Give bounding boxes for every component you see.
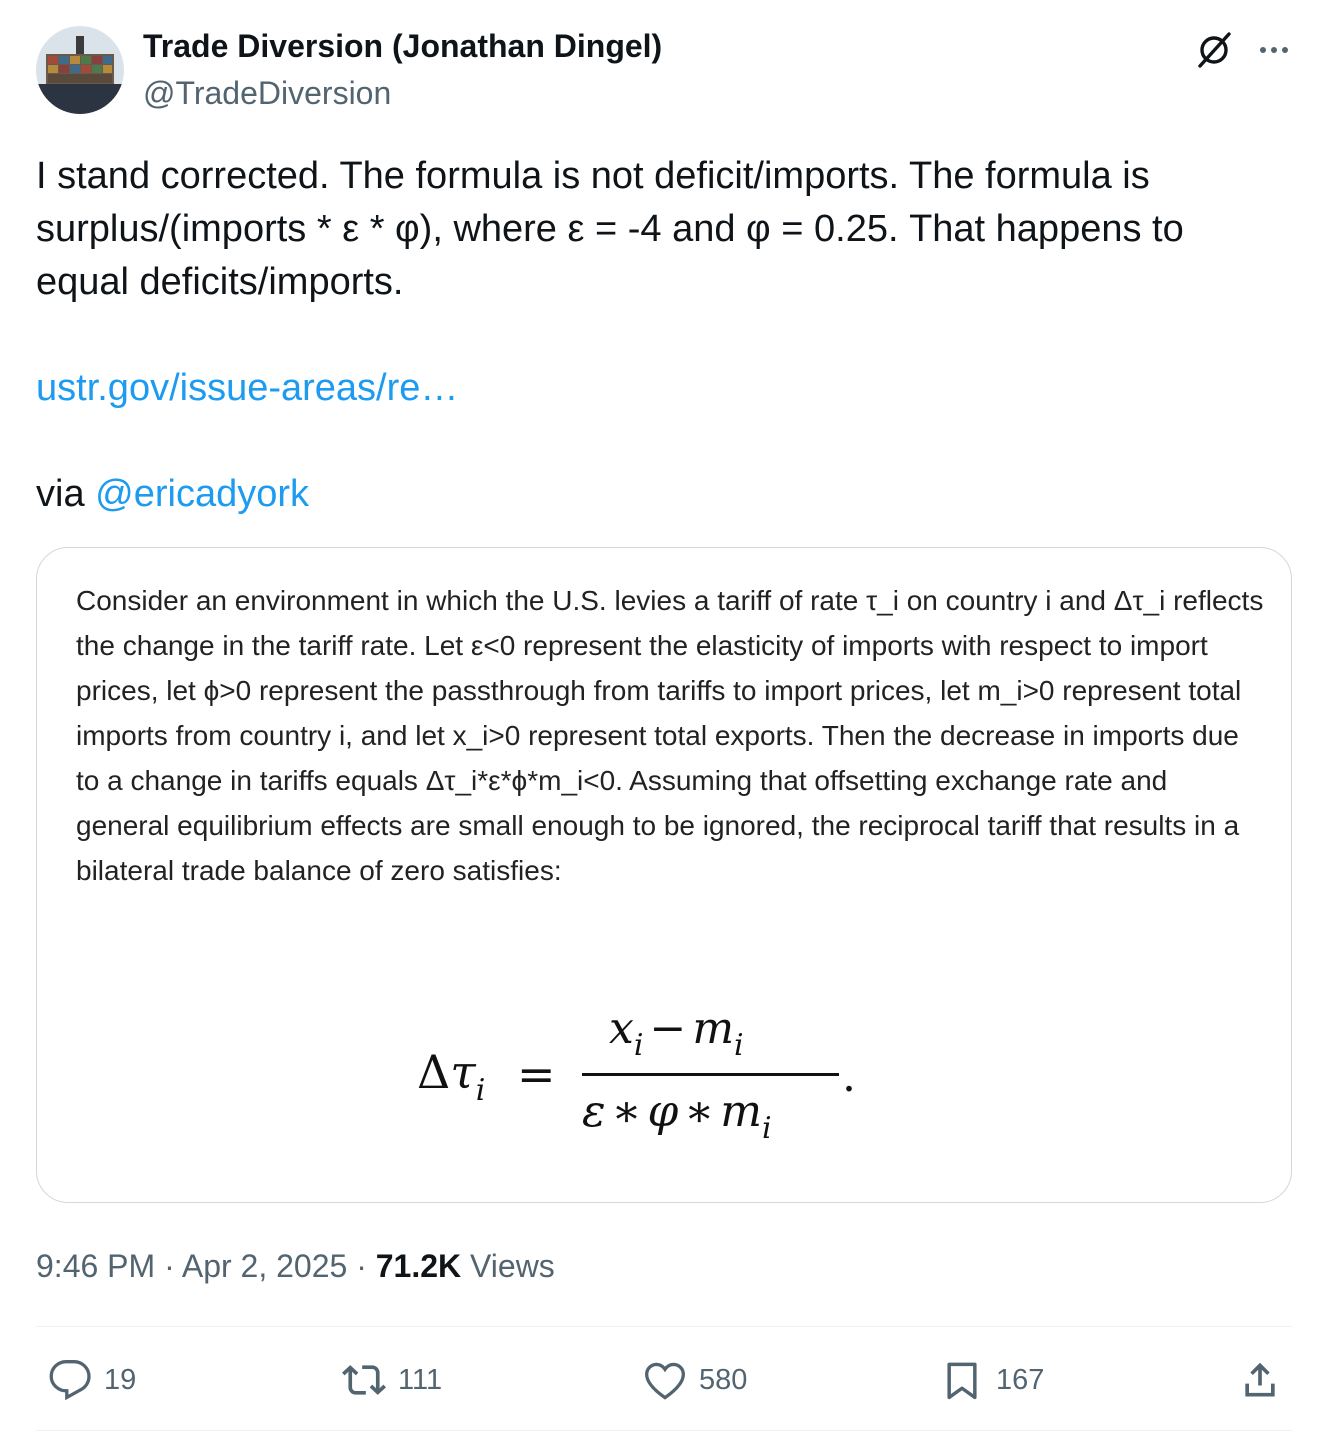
repost-count: 111: [398, 1363, 443, 1396]
image-paragraph: Consider an environment in which the U.S…: [76, 585, 1264, 886]
via-label: via: [36, 473, 96, 515]
tweet-link[interactable]: ustr.gov/issue-areas/re…: [36, 367, 458, 409]
avatar[interactable]: [36, 26, 124, 114]
tweet-text: I stand corrected. The formula is not de…: [36, 150, 1276, 521]
author-handle[interactable]: @TradeDiversion: [143, 75, 391, 112]
mention-link[interactable]: @ericadyork: [95, 473, 309, 515]
formula-period: .: [842, 1051, 856, 1102]
reply-count: 19: [104, 1363, 137, 1396]
bottom-divider: [36, 1430, 1292, 1431]
author-name[interactable]: Trade Diversion (Jonathan Dingel): [143, 28, 662, 65]
heart-icon: [645, 1362, 685, 1400]
share-icon: [1245, 1362, 1275, 1397]
tweet-date[interactable]: Apr 2, 2025: [182, 1248, 347, 1284]
formula-denominator: ε ∗ φ ∗ mi: [582, 1086, 772, 1146]
views-count: 71.2K: [375, 1248, 462, 1284]
repost-button[interactable]: 111: [342, 1356, 442, 1404]
like-button[interactable]: 580: [643, 1356, 747, 1404]
repost-icon: [342, 1365, 386, 1395]
container-ship-avatar: [36, 26, 124, 114]
tweet-body: I stand corrected. The formula is not de…: [36, 155, 1184, 303]
fraction-bar: [582, 1073, 839, 1076]
reply-button[interactable]: 19: [48, 1356, 136, 1404]
grok-icon[interactable]: [1192, 28, 1236, 72]
divider: [36, 1326, 1292, 1327]
views-label: Views: [461, 1248, 555, 1284]
tweet-meta: 9:46 PM · Apr 2, 2025 · 71.2K Views: [36, 1248, 555, 1284]
tweet-time[interactable]: 9:46 PM: [36, 1248, 155, 1284]
bookmark-button[interactable]: 167: [940, 1356, 1044, 1404]
reply-icon: [49, 1360, 91, 1401]
formula: Δτi = xi − mi ε ∗ φ ∗ mi .: [417, 1003, 897, 1163]
bookmark-count: 167: [996, 1363, 1045, 1396]
share-button[interactable]: [1238, 1356, 1282, 1404]
formula-equals: =: [517, 1047, 556, 1101]
bookmark-icon: [947, 1362, 977, 1400]
formula-numerator: xi − mi: [609, 1003, 744, 1063]
formula-lhs: Δτi: [417, 1045, 486, 1108]
tweet-image[interactable]: Consider an environment in which the U.S…: [36, 547, 1292, 1203]
more-options-icon[interactable]: [1252, 28, 1296, 72]
like-count: 580: [699, 1363, 748, 1396]
